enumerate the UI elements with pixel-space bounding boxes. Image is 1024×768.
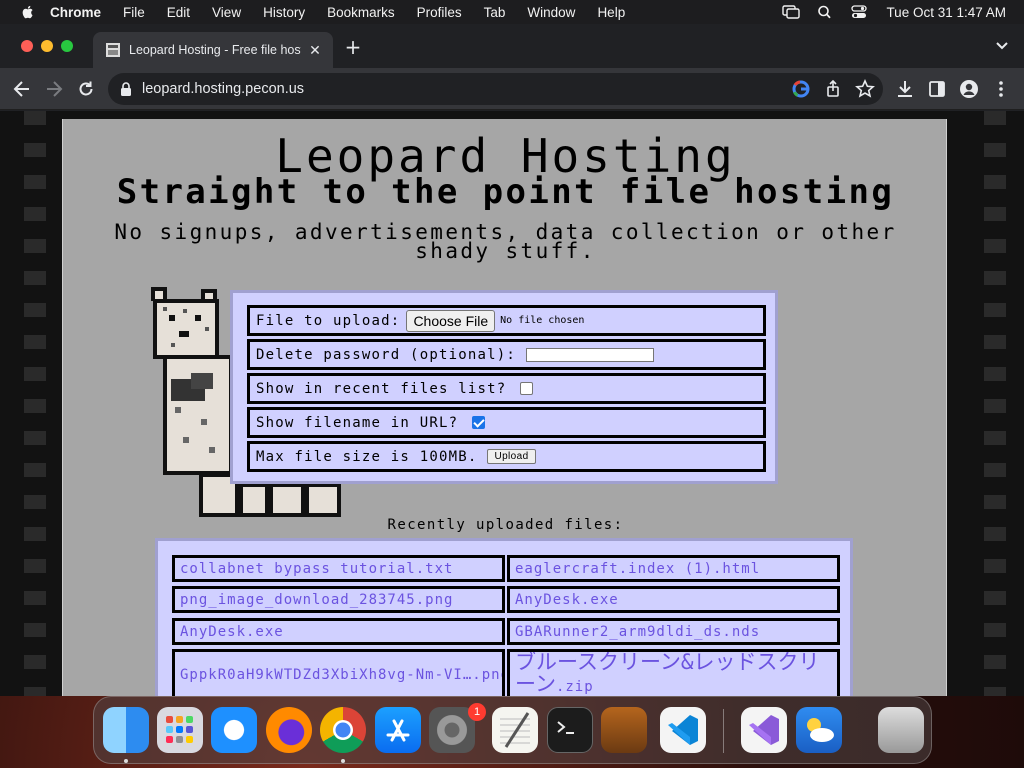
- finder-icon[interactable]: [103, 707, 149, 753]
- terminal-icon[interactable]: [547, 707, 593, 753]
- site-favicon-icon: [106, 43, 120, 57]
- recent-list-row: Show in recent files list?: [247, 373, 766, 404]
- recent-file-ext: .zip: [555, 679, 594, 695]
- textedit-icon[interactable]: [492, 707, 538, 753]
- page-viewport: Leopard Hosting Straight to the point fi…: [0, 111, 1024, 696]
- delete-password-row: Delete password (optional):: [247, 339, 766, 370]
- minimize-window-button[interactable]: [41, 40, 53, 52]
- recent-file-link[interactable]: AnyDesk.exe: [507, 586, 840, 613]
- back-arrow-icon[interactable]: [12, 79, 32, 99]
- menu-view[interactable]: View: [212, 5, 241, 20]
- tab-title: Leopard Hosting - Free file hosting: [129, 43, 301, 57]
- firefox-icon[interactable]: [266, 707, 312, 753]
- site-subtitle: Straight to the point file hosting: [116, 172, 895, 212]
- recent-file-link[interactable]: GBARunner2_arm9dldi_ds.nds: [507, 618, 840, 645]
- tab-search-chevron-icon[interactable]: [994, 38, 1010, 54]
- launchpad-icon[interactable]: [157, 707, 203, 753]
- site-tagline: No signups, advertisements, data collect…: [114, 220, 897, 263]
- filename-url-label: Show filename in URL?: [256, 414, 459, 431]
- file-upload-row: File to upload: Choose File No file chos…: [247, 305, 766, 336]
- chrome-menu-icon[interactable]: [991, 79, 1011, 99]
- background-pattern-right: [984, 111, 1006, 696]
- profile-avatar-icon[interactable]: [959, 79, 979, 99]
- close-window-button[interactable]: [21, 40, 33, 52]
- recent-file-link[interactable]: collabnet bypass tutorial.txt: [172, 555, 505, 582]
- trash-icon[interactable]: [878, 707, 924, 753]
- downloads-icon[interactable]: [895, 79, 915, 99]
- tab-active[interactable]: Leopard Hosting - Free file hosting ✕: [93, 32, 333, 68]
- vscode-icon[interactable]: [660, 707, 706, 753]
- safari-icon[interactable]: [211, 707, 257, 753]
- bookmark-star-icon[interactable]: [855, 79, 875, 99]
- recent-file-link[interactable]: GppkR0aH9kWTDZd3XbiXh8vg-Nm-VI….png: [172, 649, 505, 696]
- running-indicator: [341, 759, 345, 763]
- tab-strip: Leopard Hosting - Free file hosting ✕ +: [0, 24, 1024, 68]
- apple-menu-icon[interactable]: [20, 4, 36, 20]
- no-file-chosen-text: No file chosen: [500, 315, 585, 326]
- notification-badge: 1: [468, 703, 486, 721]
- menu-window[interactable]: Window: [527, 5, 575, 20]
- recent-files-heading: Recently uploaded files:: [387, 517, 624, 533]
- side-panel-icon[interactable]: [927, 79, 947, 99]
- app-store-icon[interactable]: [375, 707, 421, 753]
- screen-mirroring-icon[interactable]: [782, 5, 801, 19]
- menu-bar: Chrome File Edit View History Bookmarks …: [0, 0, 1024, 24]
- menu-bookmarks[interactable]: Bookmarks: [327, 5, 395, 20]
- visual-studio-icon[interactable]: [741, 707, 787, 753]
- new-tab-button[interactable]: +: [344, 37, 362, 57]
- tab-close-icon[interactable]: ✕: [307, 42, 323, 58]
- lock-icon[interactable]: [120, 82, 132, 96]
- upload-button[interactable]: Upload: [487, 449, 536, 464]
- control-center-icon[interactable]: [850, 5, 868, 19]
- recent-list-label: Show in recent files list?: [256, 380, 507, 397]
- max-size-row: Max file size is 100MB. Upload: [247, 441, 766, 472]
- chrome-icon[interactable]: [320, 707, 366, 753]
- max-size-label: Max file size is 100MB.: [256, 448, 478, 465]
- zoom-window-button[interactable]: [61, 40, 73, 52]
- menu-clock[interactable]: Tue Oct 31 1:47 AM: [886, 5, 1006, 20]
- menu-tab[interactable]: Tab: [484, 5, 506, 20]
- page-container: Leopard Hosting Straight to the point fi…: [62, 119, 947, 696]
- delete-password-input[interactable]: [525, 347, 654, 362]
- menu-history[interactable]: History: [263, 5, 305, 20]
- running-indicator: [124, 759, 128, 763]
- reload-icon[interactable]: [76, 79, 96, 99]
- upload-form-panel: File to upload: Choose File No file chos…: [230, 290, 778, 484]
- address-bar[interactable]: leopard.hosting.pecon.us: [108, 73, 883, 105]
- menu-file[interactable]: File: [123, 5, 145, 20]
- google-lens-icon[interactable]: [791, 79, 811, 99]
- choose-file-button[interactable]: Choose File: [406, 309, 496, 332]
- dock-separator: [723, 709, 724, 753]
- background-pattern-left: [24, 111, 46, 696]
- url-text[interactable]: leopard.hosting.pecon.us: [142, 81, 304, 97]
- menu-profiles[interactable]: Profiles: [417, 5, 462, 20]
- recent-files-panel: collabnet bypass tutorial.txt eaglercraf…: [155, 538, 853, 696]
- browser-window: Leopard Hosting - Free file hosting ✕ + …: [0, 24, 1024, 696]
- garageband-icon[interactable]: [601, 707, 647, 753]
- menu-help[interactable]: Help: [597, 5, 625, 20]
- recent-list-checkbox[interactable]: [520, 382, 534, 395]
- browser-toolbar: leopard.hosting.pecon.us: [0, 68, 1024, 110]
- recent-file-link[interactable]: png_image_download_283745.png: [172, 586, 505, 613]
- menu-edit[interactable]: Edit: [167, 5, 190, 20]
- weather-icon[interactable]: [796, 707, 842, 753]
- forward-arrow-icon[interactable]: [44, 79, 64, 99]
- dock: 1: [93, 696, 932, 764]
- filename-url-checkbox[interactable]: [472, 416, 486, 429]
- recent-file-link[interactable]: ブルースクリーン&レッドスクリーン.zip: [507, 649, 840, 696]
- share-icon[interactable]: [823, 79, 843, 99]
- menu-app-name[interactable]: Chrome: [50, 5, 101, 20]
- spotlight-search-icon[interactable]: [816, 5, 834, 19]
- recent-file-link[interactable]: AnyDesk.exe: [172, 618, 505, 645]
- filename-url-row: Show filename in URL?: [247, 407, 766, 438]
- delete-password-label: Delete password (optional):: [256, 346, 516, 363]
- file-upload-label: File to upload:: [256, 312, 401, 329]
- recent-file-link[interactable]: eaglercraft.index (1).html: [507, 555, 840, 582]
